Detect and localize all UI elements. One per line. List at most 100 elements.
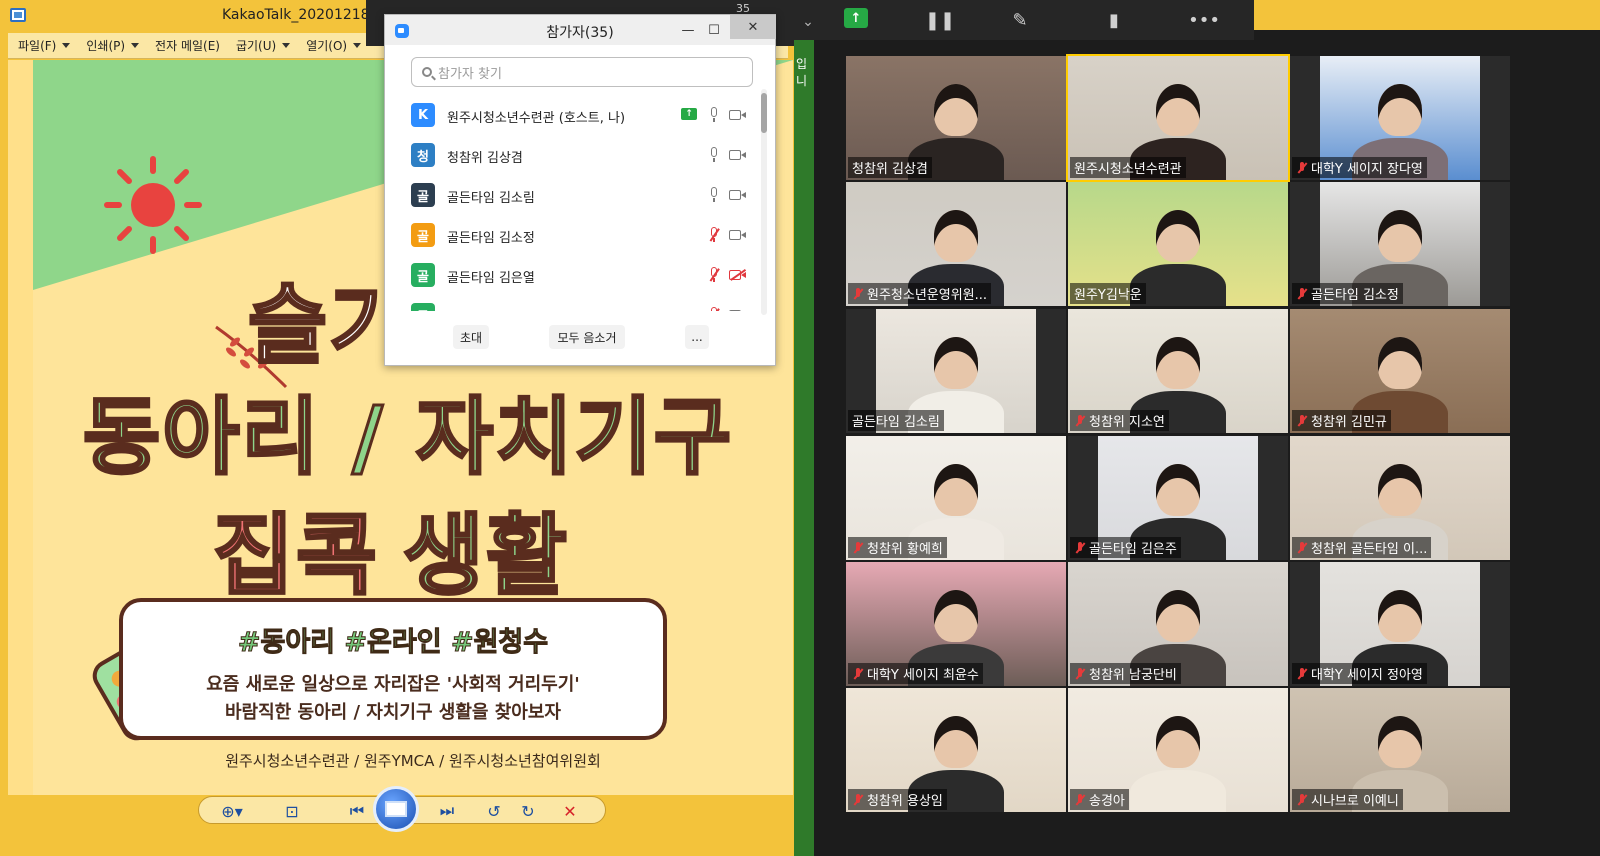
participant-name: 대학Y 세이지 장다영 <box>1311 162 1423 177</box>
video-tile[interactable]: 골든타임 김은주 <box>1068 436 1288 560</box>
video-tile[interactable]: 골든타임 김소정 <box>1290 182 1510 306</box>
participant-name: 골든타임 김소정 <box>1311 288 1399 303</box>
participant-name-tag: 청참위 김민규 <box>1292 410 1391 431</box>
mic-muted-icon <box>1074 541 1086 554</box>
participant-name: 골든타임 김은주 <box>1089 542 1177 557</box>
video-tile[interactable]: 시나브로 이예니 <box>1290 688 1510 812</box>
camera-icon[interactable] <box>729 309 747 311</box>
mic-icon[interactable] <box>707 107 721 123</box>
participant-face <box>934 590 978 642</box>
participant-row-name: 골든타임 김은주 <box>447 307 535 311</box>
participant-name-tag: 청참위 지소연 <box>1070 410 1169 431</box>
camera-icon[interactable] <box>729 149 747 161</box>
participant-face <box>1378 590 1422 642</box>
menu-item-label: 전자 메일(E) <box>155 39 220 53</box>
slideshow-button[interactable] <box>373 786 419 832</box>
more-options-button[interactable]: ... <box>685 325 709 349</box>
zoom-icon[interactable]: ⊕▾ <box>221 800 243 822</box>
video-tile[interactable]: 청참위 지소연 <box>1068 309 1288 433</box>
video-tile[interactable]: 원주Y김낙운 <box>1068 182 1288 306</box>
participant-row-name: 원주시청소년수련관 (호스트, 나) <box>447 111 626 126</box>
participant-row[interactable]: 골골든타임 김은주 <box>385 295 759 311</box>
video-tile[interactable]: 청참위 골든타임 이... <box>1290 436 1510 560</box>
delete-icon[interactable]: ✕ <box>559 800 581 822</box>
chevron-down-icon[interactable]: ⌄ <box>794 8 822 36</box>
pause-share-icon[interactable]: ❚❚ <box>925 6 955 34</box>
menu-item[interactable]: 열기(O) <box>306 37 362 54</box>
menu-item[interactable]: 인쇄(P) <box>86 37 140 54</box>
participant-face <box>1156 590 1200 642</box>
participant-list-scrollbar[interactable] <box>761 89 767 315</box>
video-tile[interactable]: 청참위 용상임 <box>846 688 1066 812</box>
next-icon[interactable]: ⏭ <box>425 800 469 822</box>
minimize-icon[interactable]: — <box>677 19 699 41</box>
video-tile[interactable]: 청참위 김민규 <box>1290 309 1510 433</box>
participant-row[interactable]: 골 골든타임 김소정 <box>385 215 759 255</box>
video-tile[interactable]: 청참위 김상겸 <box>846 56 1066 180</box>
remote-control-icon[interactable]: ▮ <box>1100 6 1128 34</box>
video-tile[interactable]: 원주시청소년수련관 <box>1066 54 1290 182</box>
menu-item[interactable]: 전자 메일(E) <box>155 37 220 54</box>
video-tile[interactable]: 원주청소년운영위원... <box>846 182 1066 306</box>
mic-muted-icon <box>1296 793 1308 806</box>
maximize-icon[interactable]: ☐ <box>703 19 725 41</box>
video-tile[interactable]: 대학Y 세이지 최윤수 <box>846 562 1066 686</box>
participant-name-tag: 청참위 김상겸 <box>848 157 932 178</box>
participant-face <box>1156 84 1200 136</box>
scrollbar-thumb[interactable] <box>761 93 767 133</box>
annotate-icon[interactable]: ✎ <box>1006 6 1034 34</box>
participant-name: 청참위 김상겸 <box>852 162 928 177</box>
participant-row-name: 골든타임 김소정 <box>447 231 535 246</box>
sun-icon <box>104 156 202 254</box>
close-icon[interactable]: ✕ <box>730 15 776 39</box>
participant-name-tag: 대학Y 세이지 정아영 <box>1292 663 1427 684</box>
participant-row[interactable]: K 원주시청소년수련관 (호스트, 나) ↑ <box>385 95 759 135</box>
participant-row[interactable]: 골 골든타임 김소림 <box>385 175 759 215</box>
photo-viewer-icon <box>10 8 26 22</box>
rotate-left-icon[interactable]: ↺ <box>483 800 505 822</box>
poster-message-line1: 요즘 새로운 일상으로 자리잡은 '사회적 거리두기' <box>206 674 580 695</box>
participant-face <box>1378 210 1422 262</box>
participant-face <box>934 464 978 516</box>
menu-item[interactable]: 파일(F) <box>18 37 71 54</box>
rotate-right-icon[interactable]: ↻ <box>517 800 539 822</box>
participant-row[interactable]: 청 청참위 김상겸 <box>385 135 759 175</box>
participant-row[interactable]: 골 골든타임 김은열 <box>385 255 759 295</box>
participant-search-input[interactable]: 참가자 찾기 <box>411 57 753 87</box>
mic-icon[interactable] <box>707 147 721 163</box>
avatar: 골 <box>411 223 435 247</box>
mic-muted-icon <box>852 287 864 300</box>
mic-muted-icon[interactable] <box>707 227 721 243</box>
participant-name: 대학Y 세이지 정아영 <box>1311 668 1423 683</box>
camera-icon[interactable] <box>729 109 747 121</box>
avatar: 골 <box>411 183 435 207</box>
video-tile[interactable]: 청참위 황예희 <box>846 436 1066 560</box>
camera-off-icon[interactable] <box>729 269 747 281</box>
mic-muted-icon[interactable] <box>707 267 721 283</box>
avatar: 골 <box>411 303 435 311</box>
participant-name-tag: 대학Y 세이지 장다영 <box>1292 157 1427 178</box>
invite-button[interactable]: 초대 <box>453 325 489 349</box>
camera-icon[interactable] <box>729 229 747 241</box>
video-tile[interactable]: 대학Y 세이지 정아영 <box>1290 562 1510 686</box>
video-tile[interactable]: 청참위 남궁단비 <box>1068 562 1288 686</box>
menu-item[interactable]: 굽기(U) <box>236 37 291 54</box>
mic-muted-icon[interactable] <box>707 307 721 311</box>
mic-muted-icon <box>1296 541 1308 554</box>
participant-row-name: 골든타임 김은열 <box>447 271 535 286</box>
participant-name: 원주Y김낙운 <box>1074 288 1142 303</box>
actual-size-icon[interactable]: ⊡ <box>281 800 303 822</box>
mute-all-button[interactable]: 모두 음소거 <box>549 325 625 349</box>
video-tile[interactable]: 대학Y 세이지 장다영 <box>1290 56 1510 180</box>
participant-name: 원주시청소년수련관 <box>1074 162 1182 177</box>
share-screen-icon[interactable]: ↑ <box>844 8 868 28</box>
mic-icon[interactable] <box>707 187 721 203</box>
more-icon[interactable]: ••• <box>1188 6 1220 34</box>
video-tile[interactable]: 송경아 <box>1068 688 1288 812</box>
mic-muted-icon <box>852 667 864 680</box>
caret-down-icon <box>131 43 140 48</box>
camera-icon[interactable] <box>729 189 747 201</box>
participant-face <box>1156 210 1200 262</box>
participants-panel: 참가자(35) — ☐ ✕ 참가자 찾기 K 원주시청소년수련관 (호스트, 나)… <box>384 14 776 366</box>
video-tile[interactable]: 골든타임 김소림 <box>846 309 1066 433</box>
